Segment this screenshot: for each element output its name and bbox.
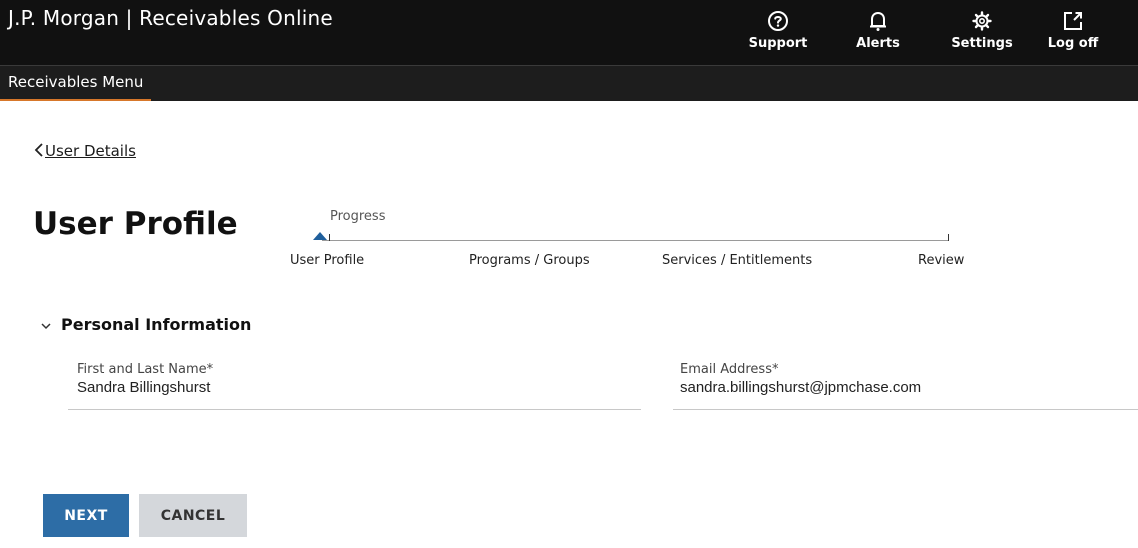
sub-navigation: Receivables Menu — [0, 65, 1138, 101]
bell-icon — [850, 10, 906, 34]
name-field-label: First and Last Name* — [77, 362, 214, 377]
external-link-icon — [1036, 10, 1110, 34]
gear-icon — [944, 10, 1020, 34]
alerts-label: Alerts — [856, 36, 900, 51]
support-button[interactable]: Support — [743, 10, 813, 51]
chevron-left-icon — [34, 143, 44, 161]
settings-label: Settings — [951, 36, 1013, 51]
cancel-button[interactable]: CANCEL — [139, 494, 247, 537]
step-user-profile: User Profile — [290, 253, 365, 268]
progress-label: Progress — [330, 209, 386, 224]
email-input[interactable] — [680, 379, 1120, 396]
progress-track — [322, 240, 949, 241]
step-programs-groups: Programs / Groups — [469, 253, 590, 268]
log-off-button[interactable]: Log off — [1036, 10, 1110, 51]
email-field-label: Email Address* — [680, 362, 779, 377]
personal-information-section-toggle[interactable]: Personal Information — [41, 314, 251, 334]
name-field-underline — [68, 409, 641, 410]
alerts-button[interactable]: Alerts — [850, 10, 906, 51]
back-link-label: User Details — [45, 142, 136, 160]
email-field-underline — [673, 409, 1138, 410]
chevron-down-icon — [41, 315, 51, 334]
support-label: Support — [748, 36, 808, 51]
name-input[interactable] — [77, 379, 641, 396]
current-step-marker-icon — [313, 232, 327, 240]
log-off-label: Log off — [1047, 36, 1099, 51]
email-field: Email Address* — [673, 362, 1138, 412]
name-field: First and Last Name* — [68, 362, 641, 412]
app-brand: J.P. Morgan | Receivables Online — [8, 6, 333, 30]
back-to-user-details-link[interactable]: User Details — [34, 142, 136, 161]
receivables-menu-tab[interactable]: Receivables Menu — [0, 66, 152, 101]
step-review: Review — [918, 253, 965, 268]
settings-button[interactable]: Settings — [944, 10, 1020, 51]
progress-end-tick — [948, 234, 949, 241]
top-header: J.P. Morgan | Receivables Online Support… — [0, 0, 1138, 65]
section-title: Personal Information — [61, 315, 252, 334]
progress-start-tick — [329, 234, 330, 241]
page-title: User Profile — [33, 206, 238, 242]
help-circle-icon — [743, 10, 813, 34]
step-services-entitlements: Services / Entitlements — [662, 253, 813, 268]
next-button[interactable]: NEXT — [43, 494, 129, 537]
